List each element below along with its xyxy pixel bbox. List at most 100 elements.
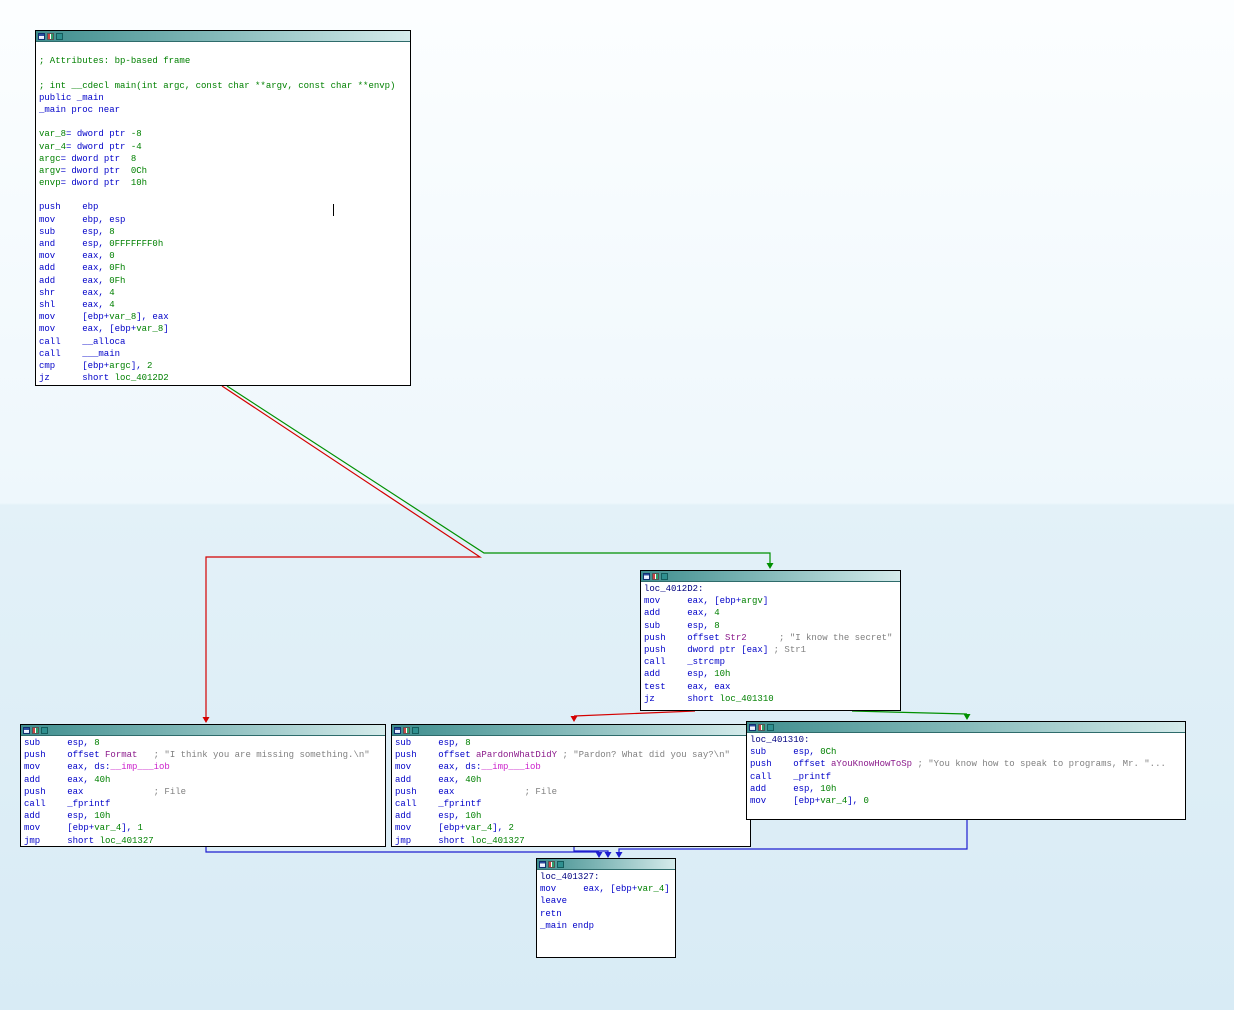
asm-line[interactable]: sub esp, 8 [24, 737, 382, 749]
asm-line[interactable] [39, 189, 407, 201]
asm-line[interactable]: add esp, 10h [395, 810, 747, 822]
asm-token: 1 [137, 823, 143, 834]
asm-line[interactable]: jmp short loc_401327 [395, 835, 747, 847]
asm-line[interactable]: mov eax, [ebp+var_4] [540, 883, 672, 895]
asm-line[interactable]: mov eax, ds:__imp___iob [24, 761, 382, 773]
asm-token: mov eax, [ebp+ [39, 324, 137, 335]
asm-line[interactable]: add eax, 0Fh [39, 262, 407, 274]
asm-line[interactable]: argc= dword ptr 8 [39, 153, 407, 165]
asm-line[interactable]: call _fprintf [395, 798, 747, 810]
asm-line[interactable]: envp= dword ptr 10h [39, 177, 407, 189]
asm-line[interactable]: _main proc near [39, 104, 407, 116]
asm-line[interactable]: jmp short loc_401327 [24, 835, 382, 847]
asm-line[interactable]: mov [ebp+var_8], eax [39, 311, 407, 323]
asm-line[interactable]: shl eax, 4 [39, 299, 407, 311]
asm-token: jz short [644, 693, 720, 704]
graph-canvas[interactable]: ; Attributes: bp-based frame ; int __cde… [0, 0, 1234, 1010]
asm-line[interactable]: push offset Str2 ; "I know the secret" [644, 632, 897, 644]
asm-line[interactable] [39, 116, 407, 128]
asm-line[interactable]: jz short loc_4012D2 [39, 372, 407, 384]
asm-token: push offset [750, 759, 832, 770]
graph-node-loc_401310[interactable]: loc_401310: sub esp, 0Ch push offset aYouK… [746, 721, 1186, 820]
asm-token: ] [762, 596, 769, 607]
asm-line[interactable]: mov [ebp+var_4], 2 [395, 822, 747, 834]
asm-line[interactable]: push ebp [39, 201, 407, 213]
asm-token: sub esp, [750, 747, 821, 758]
graph-node-entry[interactable]: ; Attributes: bp-based frame ; int __cde… [35, 30, 411, 386]
asm-line[interactable]: var_8= dword ptr -8 [39, 128, 407, 140]
asm-token: shr eax, [39, 287, 110, 298]
asm-token: 8 [94, 738, 100, 748]
asm-line[interactable] [39, 43, 407, 55]
asm-line[interactable]: push eax ; File [395, 786, 747, 798]
asm-line[interactable]: push eax ; File [24, 786, 382, 798]
asm-line[interactable]: leave [540, 895, 672, 907]
asm-line[interactable]: jz short loc_401310 [644, 693, 897, 705]
asm-token: ], [121, 823, 138, 834]
graph-node-loc_4012D2[interactable]: loc_4012D2: mov eax, [ebp+argv] add eax, 4… [640, 570, 901, 711]
asm-token: 2 [508, 823, 514, 834]
asm-line[interactable] [39, 67, 407, 79]
asm-line[interactable]: add eax, 4 [644, 607, 897, 619]
asm-line[interactable]: loc_401310: [750, 734, 1182, 746]
asm-line[interactable]: call _strcmp [644, 656, 897, 668]
asm-line[interactable]: mov [ebp+var_4], 1 [24, 822, 382, 834]
asm-line[interactable]: loc_401327: [540, 871, 672, 883]
asm-line[interactable]: and esp, 0FFFFFFF0h [39, 238, 407, 250]
asm-line[interactable]: sub esp, 8 [644, 620, 897, 632]
asm-line[interactable]: retn [540, 908, 672, 920]
asm-token: 0Ch [820, 747, 837, 758]
graph-node-pardon[interactable]: sub esp, 8 push offset aPardonWhatDidY ; … [391, 724, 751, 847]
asm-line[interactable]: call _printf [750, 771, 1182, 783]
graph-node-missing-something[interactable]: sub esp, 8 push offset Format ; "I think … [20, 724, 386, 847]
asm-line[interactable]: call __alloca [39, 336, 407, 348]
asm-line[interactable]: _main endp [540, 920, 672, 932]
asm-line[interactable]: add esp, 10h [644, 668, 897, 680]
asm-line[interactable]: push offset aPardonWhatDidY ; "Pardon? W… [395, 749, 747, 761]
asm-token: add eax, [644, 608, 715, 619]
node-titlebar[interactable] [21, 725, 385, 736]
asm-line[interactable]: call ___main [39, 348, 407, 360]
asm-line[interactable]: var_4= dword ptr -4 [39, 141, 407, 153]
asm-line[interactable]: shr eax, 4 [39, 287, 407, 299]
asm-line[interactable]: push dword ptr [eax] ; Str1 [644, 644, 897, 656]
asm-line[interactable]: test eax, eax [644, 681, 897, 693]
asm-line[interactable]: sub esp, 8 [39, 226, 407, 238]
asm-line[interactable]: add esp, 10h [750, 783, 1182, 795]
asm-line[interactable]: mov eax, [ebp+argv] [644, 595, 897, 607]
asm-token: ], [492, 823, 509, 834]
asm-line[interactable]: add esp, 10h [24, 810, 382, 822]
asm-line[interactable]: argv= dword ptr 0Ch [39, 165, 407, 177]
asm-line[interactable]: ; Attributes: bp-based frame [39, 55, 407, 67]
node-titlebar[interactable] [641, 571, 900, 582]
asm-token: 10h [130, 178, 148, 189]
asm-token: _main endp [540, 920, 595, 931]
asm-line[interactable]: mov eax, [ebp+var_8] [39, 323, 407, 335]
asm-line[interactable]: add eax, 40h [24, 774, 382, 786]
asm-line[interactable]: cmp [ebp+argc], 2 [39, 360, 407, 372]
asm-line[interactable]: ; int __cdecl main(int argc, const char … [39, 80, 407, 92]
edge-cmp-taken [851, 710, 968, 715]
asm-line[interactable]: sub esp, 0Ch [750, 746, 1182, 758]
node-titlebar[interactable] [747, 722, 1185, 733]
node-titlebar[interactable] [537, 859, 675, 870]
asm-line[interactable]: public _main [39, 92, 407, 104]
asm-line[interactable]: mov eax, 0 [39, 250, 407, 262]
asm-token: push ebp [39, 202, 99, 213]
asm-line[interactable]: sub esp, 8 [395, 737, 747, 749]
asm-line[interactable]: mov [ebp+var_4], 0 [750, 795, 1182, 807]
asm-line[interactable]: mov ebp, esp [39, 214, 407, 226]
asm-token: var_4 [39, 141, 67, 152]
asm-line[interactable]: push offset aYouKnowHowToSp ; "You know … [750, 758, 1182, 770]
node-titlebar[interactable] [392, 725, 750, 736]
asm-line[interactable]: loc_4012D2: [644, 583, 897, 595]
asm-line[interactable]: push offset Format ; "I think you are mi… [24, 749, 382, 761]
asm-token: ; "I know the secret" [779, 632, 893, 643]
asm-line[interactable]: add eax, 0Fh [39, 275, 407, 287]
graph-node-loc_401327[interactable]: loc_401327: mov eax, [ebp+var_4] leave retn… [536, 858, 676, 958]
node-titlebar[interactable] [36, 31, 410, 42]
asm-token: loc_4012D2 [114, 373, 169, 384]
asm-line[interactable]: call _fprintf [24, 798, 382, 810]
asm-line[interactable]: mov eax, ds:__imp___iob [395, 761, 747, 773]
asm-line[interactable]: add eax, 40h [395, 774, 747, 786]
